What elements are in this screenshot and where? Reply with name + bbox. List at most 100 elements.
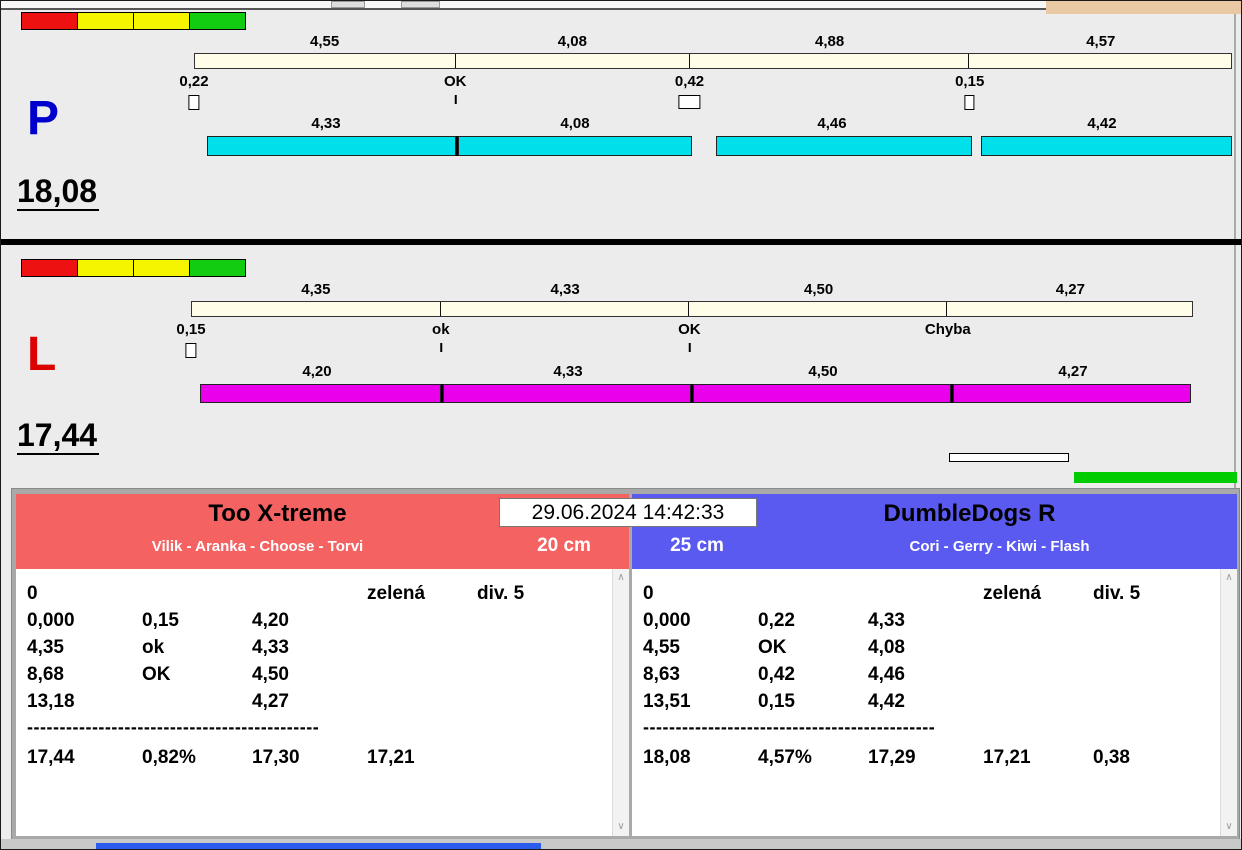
result-cell: 0,000 [643,608,758,635]
traffic-light-green [189,12,246,30]
desktop-corner [1046,1,1241,14]
lane-divider [1,239,1241,245]
result-cell: 4,27 [252,689,367,716]
scrollbar[interactable]: ∧ ∨ [1220,569,1237,836]
start-offset [191,384,200,403]
result-cell [983,662,1093,689]
jump-height: 25 cm [632,535,762,557]
result-cell: 4,33 [868,608,983,635]
traffic-light-indicator [21,259,246,277]
result-cell [983,608,1093,635]
result-cell [477,635,612,662]
result-cell [983,635,1093,662]
pass-mark-label: OK [678,321,701,338]
summary-row: 18,084,57%17,2917,210,38 [643,745,1220,772]
pass-mark: 0,42 [675,73,704,109]
tick-mark-icon [440,343,442,352]
result-cell [142,689,252,716]
pass-mark-label: ok [432,321,450,338]
bar-segment [458,136,692,156]
split-time: 4,35 [191,281,441,298]
pass-mark: OK [678,321,701,352]
scroll-down-icon[interactable]: ∨ [1221,821,1237,833]
lane-right: P 4,55 4,08 4,88 4,57 0,22 OK [1,9,1241,239]
bar-segment [195,54,456,68]
jump-height: 20 cm [499,535,629,557]
result-cell: div. 5 [477,581,612,608]
bar-segment [716,136,972,156]
taskbar-fragment [96,843,541,849]
scroll-up-icon[interactable]: ∧ [613,572,629,584]
result-cell [1093,662,1220,689]
bottom-strip [1,839,1241,849]
result-cell: 0,38 [1093,745,1220,772]
bar-segment [443,384,691,403]
split-times-bottom: 4,20 4,33 4,50 4,27 [191,363,1193,380]
pass-mark-label: 0,22 [179,73,208,90]
result-cell: 4,57% [758,745,868,772]
timestamp: 29.06.2024 14:42:33 [499,498,757,527]
result-cell: ok [142,635,252,662]
tick-mark-icon [688,343,690,352]
result-cell [142,581,252,608]
lane-letter: P [27,95,59,143]
split-times-top: 4,35 4,33 4,50 4,27 [191,281,1193,298]
scroll-down-icon[interactable]: ∨ [613,821,629,833]
data-row: 0zelenádiv. 5 [27,581,612,608]
split-time: 4,46 [692,115,972,132]
lane-left: L 4,35 4,33 4,50 4,27 0,15 ok [1,247,1241,487]
bar-gap [692,136,716,156]
result-cell: 4,20 [252,608,367,635]
traffic-light-red [21,259,78,277]
split-time: 4,33 [194,115,458,132]
result-cell: 4,35 [27,635,142,662]
result-cell: 17,29 [868,745,983,772]
result-cell: 4,50 [252,662,367,689]
team-dogs: Vilik - Aranka - Choose - Torvi [16,538,499,555]
team-results: 0zelenádiv. 50,0000,154,204,35ok4,33 8,68… [16,569,612,836]
bar-segment [441,302,689,316]
split-time: 4,57 [970,33,1232,50]
pass-mark-label: Chyba [925,321,971,338]
pass-mark-label: 0,15 [176,321,205,338]
result-cell [477,662,612,689]
result-cell: 0,000 [27,608,142,635]
pass-mark: 0,15 [176,321,205,358]
separator-row: ----------------------------------------… [27,716,612,740]
result-cell: 4,33 [252,635,367,662]
split-time: 4,27 [948,281,1193,298]
segment-bar-top [194,53,1232,69]
scrollbar[interactable]: ∧ ∨ [612,569,629,836]
lane-total-time: 17,44 [17,419,99,455]
traffic-light-indicator [21,12,246,30]
result-cell [477,745,612,772]
result-cell: 4,08 [868,635,983,662]
mark-box-icon [188,95,199,110]
split-time: 4,50 [689,281,947,298]
data-row: 13,510,154,42 [643,689,1220,716]
progress-bar-empty [949,453,1069,462]
data-row: 0zelenádiv. 5 [643,581,1220,608]
traffic-light-yellow-2 [133,259,190,277]
timing-app-window: P 4,55 4,08 4,88 4,57 0,22 OK [0,0,1242,850]
result-cell: 8,68 [27,662,142,689]
team-panel-right: DumbleDogs R 25 cm Cori - Gerry - Kiwi -… [632,494,1237,836]
split-time: 4,33 [443,363,693,380]
results-panel: Too X-treme Vilik - Aranka - Choose - To… [11,488,1240,840]
result-cell [758,581,868,608]
result-cell: 0 [643,581,758,608]
data-row: 0,0000,154,20 [27,608,612,635]
result-cell [252,581,367,608]
result-cell: 0,15 [758,689,868,716]
background-window-fragment [331,1,365,8]
bar-segment [200,384,441,403]
pass-mark-label: 0,15 [955,73,984,90]
lane-total-time: 18,08 [17,175,99,211]
result-cell [367,608,477,635]
scroll-up-icon[interactable]: ∧ [1221,572,1237,584]
split-times-bottom: 4,33 4,08 4,46 4,42 [194,115,1232,132]
split-time: 4,55 [194,33,455,50]
bar-segment [456,54,690,68]
segment-bar-top [191,301,1193,317]
result-cell: div. 5 [1093,581,1220,608]
